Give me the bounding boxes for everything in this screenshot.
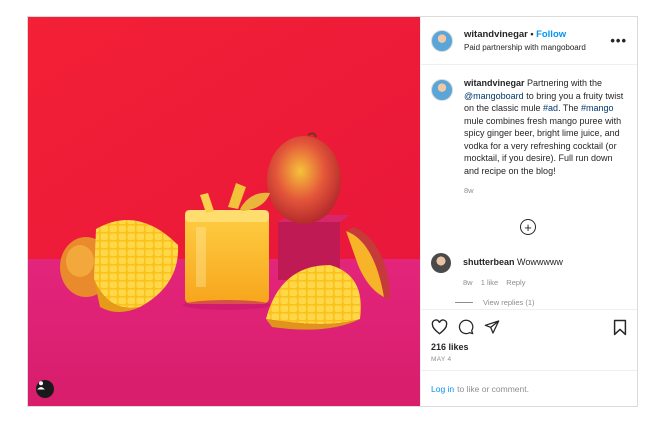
- post-card: witandvinegar • Follow Paid partnership …: [27, 16, 638, 407]
- action-icons: [431, 318, 627, 336]
- caption-text-3: . The: [558, 103, 581, 113]
- view-replies-label: View replies (1): [483, 298, 535, 307]
- caption-text-1: Partnering with the: [524, 78, 603, 88]
- hashtag-mango-link[interactable]: #mango: [581, 103, 614, 113]
- comment-text-line: shutterbean Wowwwww: [463, 256, 563, 268]
- post-actions: 216 likes MAY 4: [421, 309, 637, 371]
- comment-item: shutterbean Wowwwww 8w 1 like Reply: [431, 253, 621, 287]
- heart-icon[interactable]: [431, 319, 448, 335]
- post-details-panel: witandvinegar • Follow Paid partnership …: [420, 17, 637, 406]
- mention-link[interactable]: @mangoboard: [464, 91, 524, 101]
- person-glyph: [37, 381, 45, 390]
- more-options-icon[interactable]: •••: [610, 34, 627, 47]
- view-replies-button[interactable]: View replies (1): [455, 298, 535, 307]
- caption-avatar[interactable]: [431, 79, 453, 101]
- heart-glyph: [431, 319, 448, 335]
- likes-count[interactable]: 216 likes: [431, 342, 627, 352]
- caption-timestamp[interactable]: 8w: [464, 185, 624, 198]
- reply-button[interactable]: Reply: [506, 278, 525, 287]
- caption-body: witandvinegar Partnering with the @mango…: [464, 77, 624, 198]
- user-tag-icon[interactable]: [36, 380, 54, 398]
- mango-cocktail-photo: [28, 17, 420, 406]
- comment-meta: 8w 1 like Reply: [463, 278, 563, 287]
- bubble-glyph: [458, 319, 474, 335]
- comment-likes-count[interactable]: 1 like: [481, 278, 499, 287]
- bookmark-glyph: [613, 319, 627, 335]
- avatar[interactable]: [431, 29, 453, 52]
- login-prompt-text: to like or comment.: [457, 383, 529, 394]
- login-prompt: Log in to like or comment.: [421, 370, 637, 406]
- bookmark-icon[interactable]: [613, 319, 627, 336]
- follow-button[interactable]: Follow: [536, 29, 566, 40]
- header-text: witandvinegar • Follow Paid partnership …: [464, 28, 586, 54]
- replies-divider: [455, 302, 473, 303]
- comment-text: Wowwwww: [514, 257, 563, 267]
- load-more-comments-button[interactable]: +: [520, 219, 536, 235]
- post-date[interactable]: MAY 4: [431, 356, 627, 363]
- commenter-username[interactable]: shutterbean: [463, 257, 515, 267]
- comment-body: shutterbean Wowwwww 8w 1 like Reply: [463, 253, 563, 287]
- comment-bubble-icon[interactable]: [458, 319, 474, 335]
- plane-glyph: [484, 320, 500, 334]
- comment-timestamp[interactable]: 8w: [463, 278, 473, 287]
- caption-text-4: mule combines fresh mango puree with spi…: [464, 115, 622, 176]
- paid-partnership-label[interactable]: Paid partnership with mangoboard: [464, 41, 586, 54]
- caption: witandvinegar Partnering with the @mango…: [421, 65, 637, 198]
- post-header: witandvinegar • Follow Paid partnership …: [421, 17, 637, 65]
- commenter-avatar[interactable]: [431, 253, 451, 273]
- hashtag-ad-link[interactable]: #ad: [543, 103, 558, 113]
- separator-dot: •: [530, 28, 534, 39]
- caption-username[interactable]: witandvinegar: [464, 78, 525, 88]
- post-image[interactable]: [28, 17, 420, 406]
- paper-plane-icon[interactable]: [484, 319, 500, 335]
- login-link[interactable]: Log in: [431, 384, 454, 394]
- author-username[interactable]: witandvinegar: [464, 29, 528, 40]
